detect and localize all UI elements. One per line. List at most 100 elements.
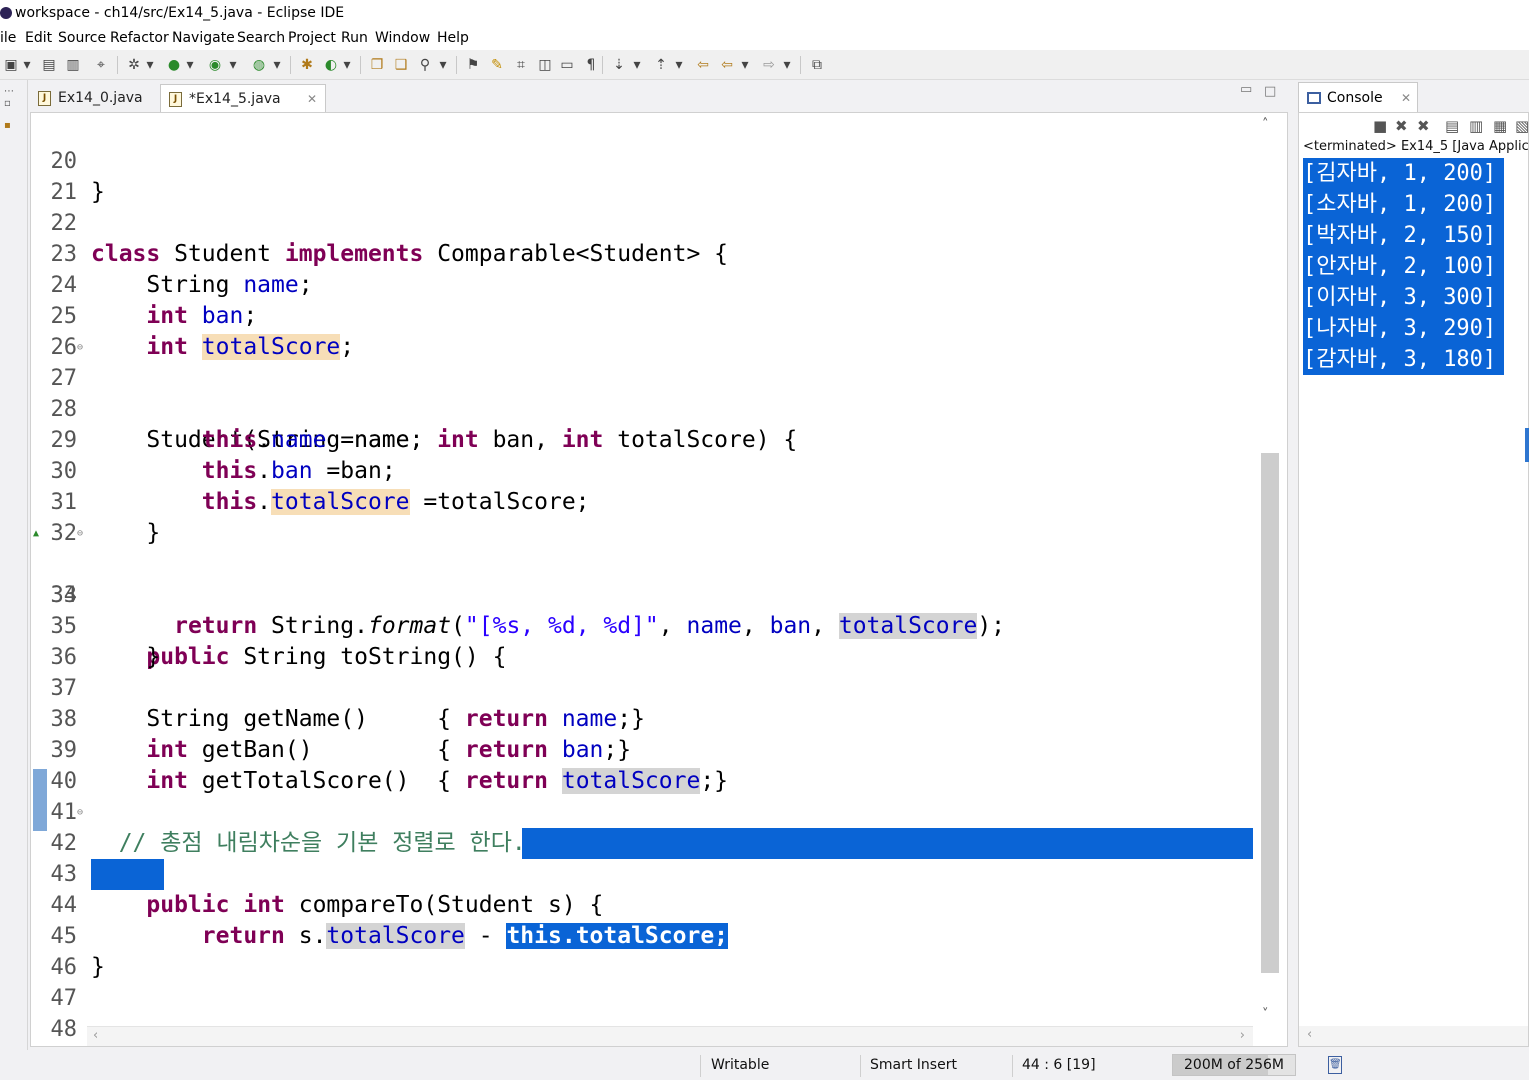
- menu-run[interactable]: Run: [341, 27, 368, 50]
- code-line: 38 int getBan() { return ban;}: [31, 673, 1253, 763]
- console-output-line: [박자바, 2, 150]: [1303, 220, 1505, 251]
- menu-window[interactable]: Window: [375, 27, 430, 50]
- code-line: 20 }: [31, 115, 1253, 205]
- heap-status[interactable]: 200M of 256M: [1172, 1054, 1296, 1076]
- debug-icon[interactable]: ✲: [125, 56, 143, 74]
- dropdown-icon[interactable]: ▾: [145, 56, 155, 74]
- menu-navigate[interactable]: Navigate: [172, 27, 235, 50]
- open-folder-icon[interactable]: ❑: [392, 56, 410, 74]
- code-line: 28 this.name =name;: [31, 363, 1253, 453]
- code-line: 44 }: [31, 859, 1253, 980]
- code-line: 41 // 총점 내림차순을 기본 정렬로 한다.: [31, 766, 1253, 856]
- insert-mode-status[interactable]: Smart Insert: [870, 1050, 957, 1080]
- menu-edit[interactable]: Edit: [25, 27, 52, 50]
- console-horizontal-scrollbar[interactable]: ‹: [1299, 1026, 1528, 1046]
- tab-ex14-0[interactable]: J Ex14_0.java: [30, 84, 156, 112]
- collapse-icon[interactable]: ⊖: [77, 332, 83, 363]
- dropdown-icon[interactable]: ▾: [740, 56, 750, 74]
- scroll-thumb[interactable]: [1261, 453, 1279, 973]
- last-location-icon[interactable]: ⇦: [694, 56, 712, 74]
- next-annotation-icon[interactable]: ⚑: [464, 56, 482, 74]
- tab-label: Console: [1327, 90, 1383, 106]
- dropdown-icon[interactable]: ▾: [342, 56, 352, 74]
- scroll-lock-icon[interactable]: ▥: [1469, 117, 1483, 135]
- code-line: 23 String name;: [31, 208, 1253, 298]
- code-line: ▲ 33 ⊖ public String toString() {: [31, 518, 1253, 670]
- show-whitespace-icon[interactable]: ▭: [558, 56, 576, 74]
- package-explorer-icon[interactable]: ▫: [4, 98, 18, 110]
- save-icon[interactable]: ▤: [40, 56, 58, 74]
- dropdown-icon[interactable]: ▾: [782, 56, 792, 74]
- display-console-icon[interactable]: ▧: [1515, 117, 1528, 135]
- search-icon[interactable]: ⚲: [416, 56, 434, 74]
- code-editor[interactable]: 20 } 21 22 class Student implements Comp…: [30, 112, 1288, 1047]
- selection-highlight: [522, 828, 1253, 859]
- outline-icon[interactable]: ▪: [4, 120, 18, 132]
- collapse-icon[interactable]: ⊖: [77, 797, 83, 828]
- code-line: 25 int totalScore;: [31, 270, 1253, 360]
- code-line: 30 this.totalScore =totalScore;: [31, 425, 1253, 515]
- save-all-icon[interactable]: ▥: [64, 56, 82, 74]
- menu-project[interactable]: Project: [288, 27, 336, 50]
- forward-icon[interactable]: ⇨: [760, 56, 778, 74]
- sash-marker[interactable]: [1525, 428, 1529, 462]
- dropdown-icon[interactable]: ▾: [438, 56, 448, 74]
- prev-edit-icon[interactable]: ⇡: [652, 56, 670, 74]
- scroll-right-icon[interactable]: ›: [1240, 1028, 1245, 1043]
- scroll-left-icon[interactable]: ‹: [93, 1028, 98, 1043]
- dropdown-icon[interactable]: ▾: [228, 56, 238, 74]
- external-tools-icon[interactable]: ◍: [250, 56, 268, 74]
- collapse-icon[interactable]: ⊖: [77, 518, 83, 549]
- highlight-icon[interactable]: ✎: [488, 56, 506, 74]
- editor-tab-bar: J Ex14_0.java J *Ex14_5.java ✕ ▭ □: [30, 82, 1288, 112]
- horizontal-scrollbar[interactable]: ‹ ›: [87, 1026, 1253, 1046]
- new-package-icon[interactable]: ✱: [298, 56, 316, 74]
- restore-icon[interactable]: ⋯: [4, 86, 18, 98]
- open-type-icon[interactable]: ❐: [368, 56, 386, 74]
- scroll-down-icon[interactable]: ˅: [1262, 1007, 1269, 1022]
- new-icon[interactable]: ▣: [2, 56, 20, 74]
- scroll-left-icon[interactable]: ‹: [1307, 1027, 1312, 1042]
- clear-console-icon[interactable]: ▤: [1445, 117, 1459, 135]
- menu-file[interactable]: ile: [0, 27, 16, 50]
- remove-launch-icon[interactable]: ✖: [1395, 117, 1408, 135]
- coverage-icon[interactable]: ◉: [206, 56, 224, 74]
- menu-search[interactable]: Search: [237, 27, 285, 50]
- terminate-icon[interactable]: ■: [1373, 117, 1387, 135]
- dropdown-icon[interactable]: ▾: [185, 56, 195, 74]
- scroll-up-icon[interactable]: ˄: [1262, 117, 1269, 132]
- dropdown-icon[interactable]: ▾: [674, 56, 684, 74]
- close-icon[interactable]: ✕: [307, 85, 317, 113]
- cursor-position[interactable]: 44 : 6 [19]: [1022, 1050, 1096, 1080]
- new-class-icon[interactable]: ◐: [322, 56, 340, 74]
- back-icon[interactable]: ⇦: [718, 56, 736, 74]
- console-output-line: [이자바, 3, 300]: [1303, 282, 1505, 313]
- toggle-icon[interactable]: ⌖: [92, 56, 110, 74]
- last-edit-icon[interactable]: ◫: [536, 56, 554, 74]
- code-line: 42 ⊖ public int compareTo(Student s) {: [31, 797, 1253, 918]
- code-line: 36: [31, 611, 1253, 670]
- next-edit-icon[interactable]: ⇣: [610, 56, 628, 74]
- maximize-icon[interactable]: □: [1264, 84, 1276, 99]
- dropdown-icon[interactable]: ▾: [22, 56, 32, 74]
- pin-console-icon[interactable]: ▦: [1493, 117, 1507, 135]
- dropdown-icon[interactable]: ▾: [632, 56, 642, 74]
- tab-ex14-5[interactable]: J *Ex14_5.java ✕: [160, 84, 326, 112]
- dropdown-icon[interactable]: ▾: [272, 56, 282, 74]
- pin-editor-icon[interactable]: ⧉: [808, 56, 826, 74]
- run-icon[interactable]: ●: [165, 56, 183, 74]
- code-line: 45 }: [31, 890, 1253, 980]
- garbage-collect-icon[interactable]: 🗑: [1328, 1056, 1342, 1074]
- console-view[interactable]: ■ ✖ ✖ ▤ ▥ ▦ ▧ <terminated> Ex14_5 [Java …: [1298, 112, 1529, 1047]
- block-select-icon[interactable]: ⌗: [512, 56, 530, 74]
- close-icon[interactable]: ✕: [1401, 83, 1411, 113]
- tab-console[interactable]: Console ✕: [1298, 82, 1418, 112]
- remove-all-icon[interactable]: ✖: [1417, 117, 1430, 135]
- code-line: 39 int getTotalScore() { return totalSco…: [31, 704, 1253, 794]
- vertical-scrollbar[interactable]: ˄ ˅: [1253, 113, 1287, 1046]
- menu-source[interactable]: Source: [58, 27, 106, 50]
- menu-help[interactable]: Help: [437, 27, 469, 50]
- pilcrow-icon[interactable]: ¶: [582, 56, 600, 74]
- menu-refactor[interactable]: Refactor: [110, 27, 169, 50]
- minimize-icon[interactable]: ▭: [1240, 82, 1252, 97]
